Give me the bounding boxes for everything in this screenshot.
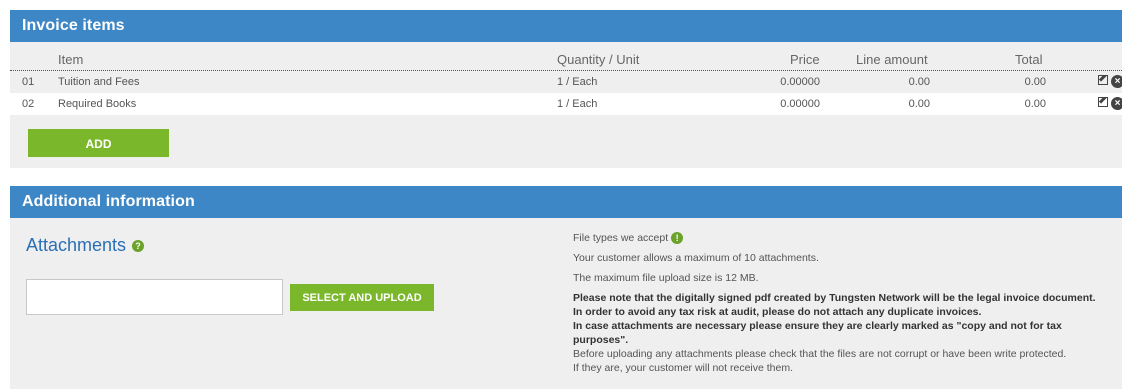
- column-header-line-amount: Line amount: [856, 52, 928, 67]
- max-attachments-text: Your customer allows a maximum of 10 att…: [573, 252, 819, 264]
- attachment-file-input[interactable]: [26, 279, 283, 315]
- corrupt-note-text: Before uploading any attachments please …: [573, 348, 1067, 360]
- row-actions: ×: [1096, 75, 1122, 89]
- additional-information-header: Additional information: [10, 186, 1122, 218]
- attachments-title: Attachments?: [26, 235, 145, 256]
- file-types-text: File types we accept: [573, 232, 669, 244]
- edit-icon[interactable]: [1098, 75, 1108, 85]
- remove-icon[interactable]: ×: [1111, 97, 1122, 110]
- attachment-guidelines: File types we accept! Your customer allo…: [573, 231, 1119, 375]
- column-header-total: Total: [1015, 52, 1043, 67]
- question-icon[interactable]: ?: [132, 240, 145, 253]
- row-item: Required Books: [58, 98, 137, 110]
- copy-note-text: In case attachments are necessary please…: [573, 320, 1062, 346]
- column-header-item: Item: [58, 52, 84, 67]
- row-price: 0.00000: [780, 76, 820, 88]
- column-header-price: Price: [790, 52, 820, 67]
- table-row: 01 Tuition and Fees 1 / Each 0.00000 0.0…: [10, 71, 1122, 93]
- invoice-items-header: Invoice items: [10, 10, 1122, 42]
- max-size-text: The maximum file upload size is 12 MB.: [573, 272, 759, 284]
- table-row: 02 Required Books 1 / Each 0.00000 0.00 …: [10, 93, 1122, 115]
- row-quantity: 1 / Each: [557, 98, 598, 110]
- edit-icon[interactable]: [1098, 97, 1108, 107]
- remove-icon[interactable]: ×: [1111, 75, 1122, 88]
- add-item-button[interactable]: ADD: [28, 129, 169, 157]
- row-line-amount: 0.00: [908, 98, 930, 110]
- select-and-upload-button[interactable]: SELECT AND UPLOAD: [290, 284, 434, 311]
- file-types-line: File types we accept!: [573, 231, 1119, 245]
- info-icon[interactable]: !: [671, 232, 684, 245]
- row-total: 0.00: [1024, 98, 1046, 110]
- column-header-quantity-unit: Quantity / Unit: [557, 52, 640, 67]
- invoice-items-table: Item Quantity / Unit Price Line amount T…: [10, 42, 1122, 168]
- row-quantity: 1 / Each: [557, 76, 598, 88]
- duplicate-note-text: In order to avoid any tax risk at audit,…: [573, 306, 982, 318]
- legal-note-text: Please note that the digitally signed pd…: [573, 292, 1096, 304]
- row-price: 0.00000: [780, 98, 820, 110]
- row-total: 0.00: [1024, 76, 1046, 88]
- row-number: 01: [22, 76, 35, 88]
- row-actions: ×: [1096, 97, 1122, 111]
- row-line-amount: 0.00: [908, 76, 930, 88]
- row-item: Tuition and Fees: [58, 76, 140, 88]
- row-number: 02: [22, 98, 35, 110]
- attachments-title-text: Attachments: [26, 235, 127, 255]
- receive-note-text: If they are, your customer will not rece…: [573, 362, 794, 374]
